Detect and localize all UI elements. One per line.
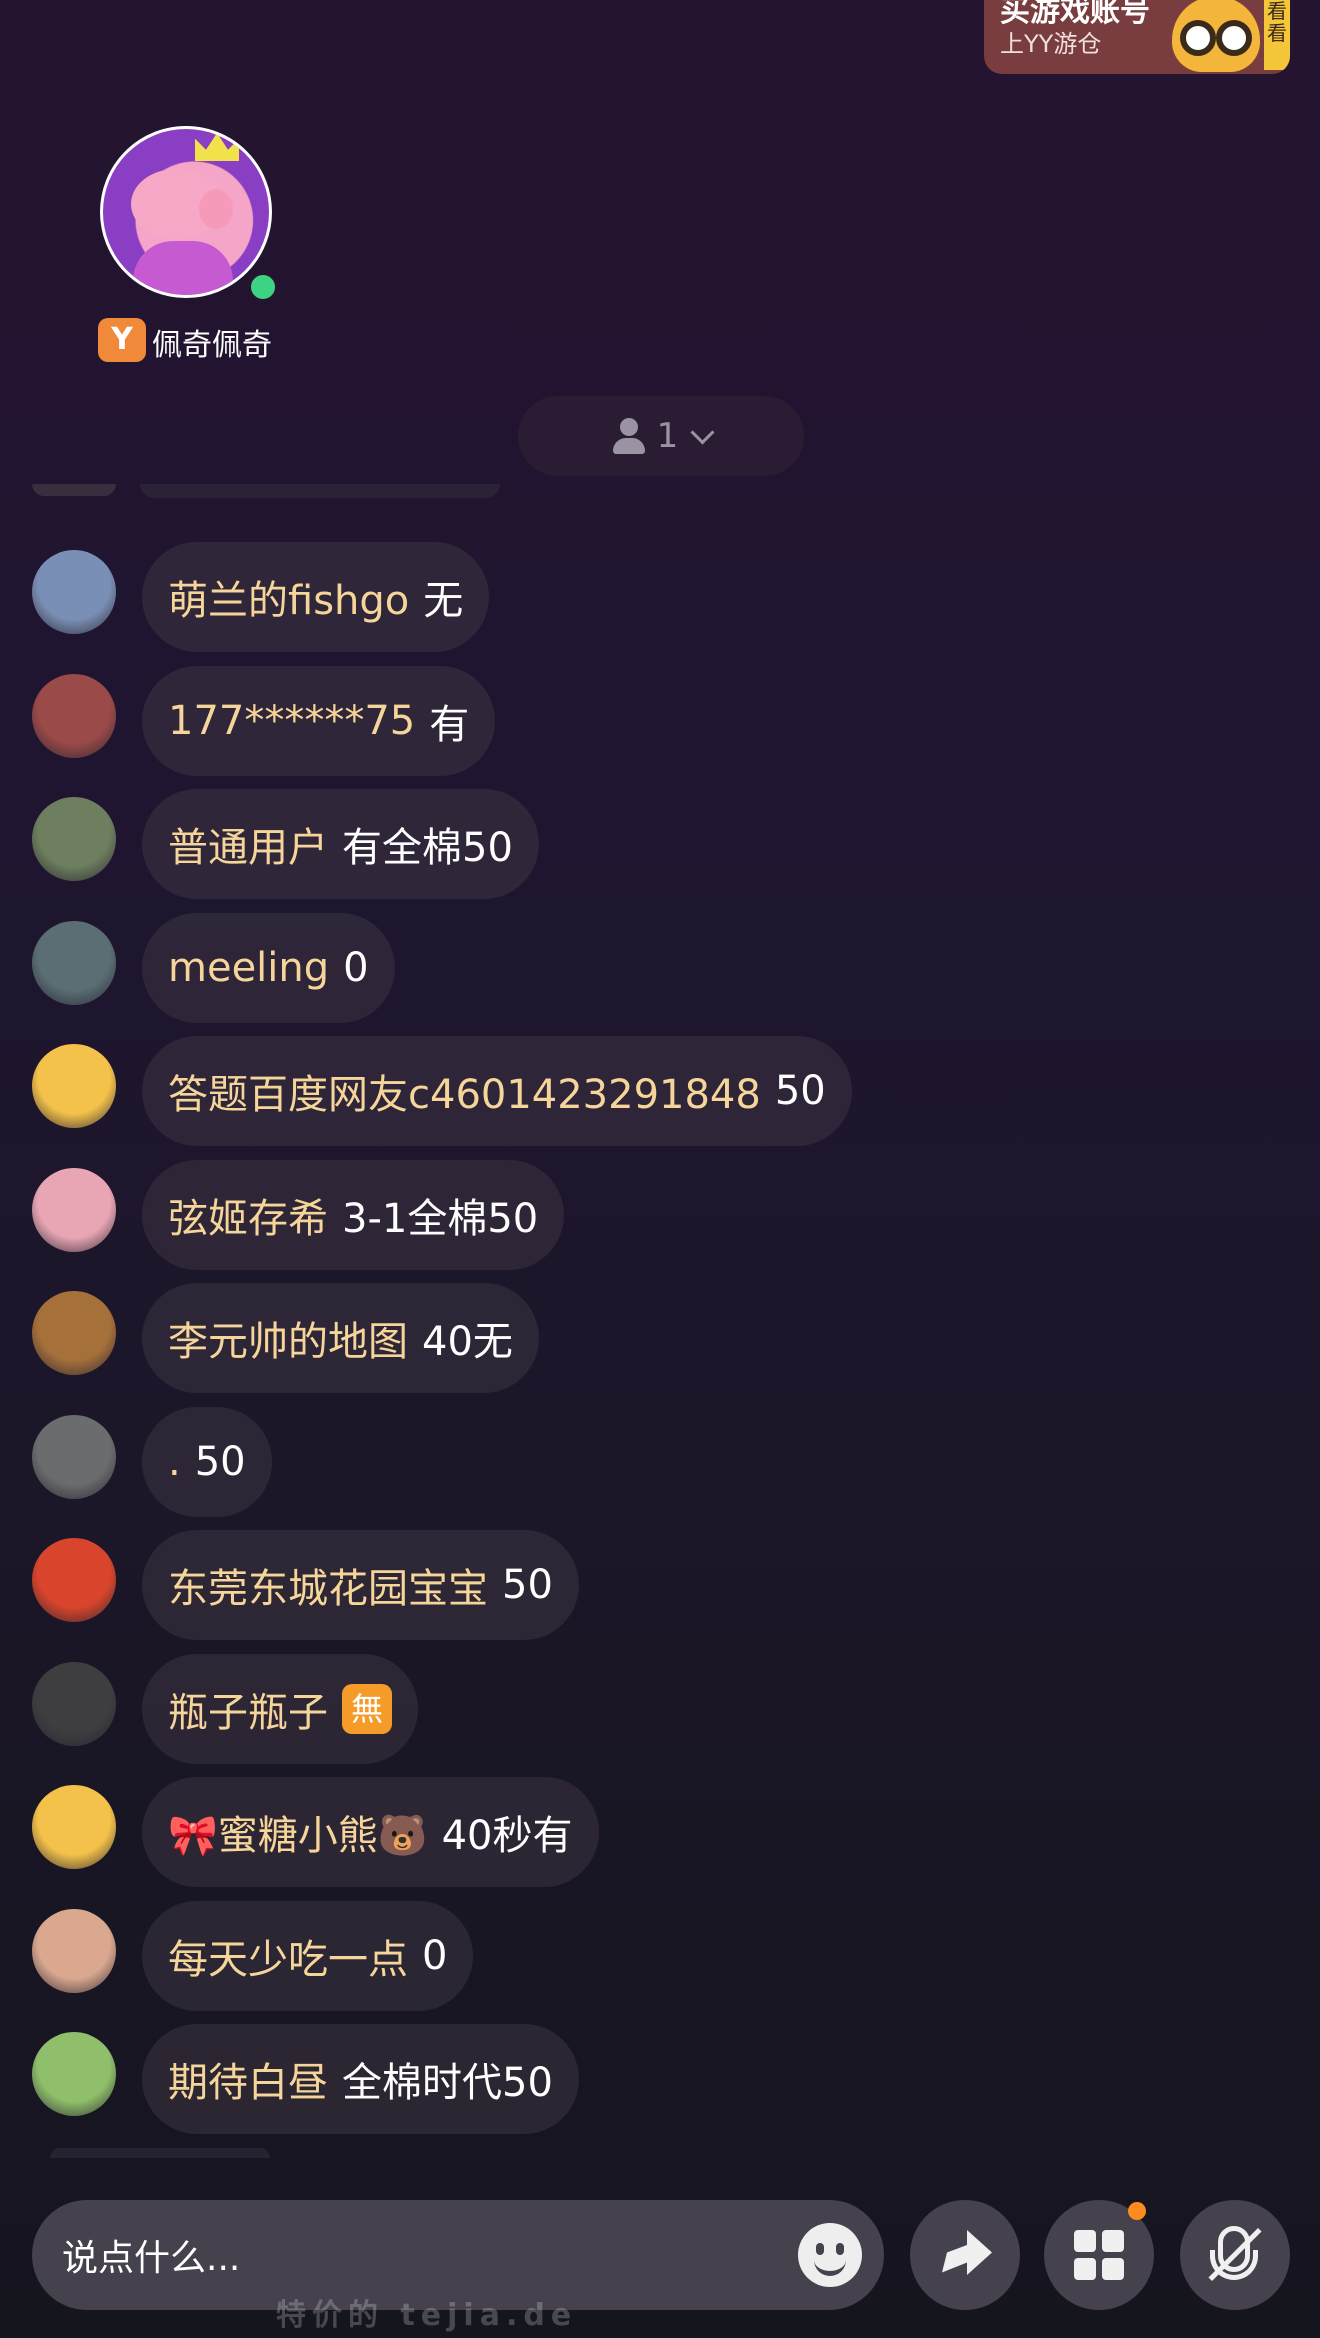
chat-row: 答题百度网友c4601423291848 50 bbox=[0, 1036, 1320, 1154]
chat-username[interactable]: 答题百度网友c4601423291848 bbox=[168, 1062, 761, 1120]
avatar[interactable] bbox=[32, 1414, 116, 1499]
chat-bubble[interactable]: 弦姬存希 3-1全棉50 bbox=[142, 1159, 565, 1270]
banner-subtitle: 上YY游仓 bbox=[1000, 30, 1102, 58]
share-arrow-icon bbox=[942, 2230, 992, 2275]
chat-username[interactable]: . bbox=[168, 1439, 181, 1485]
chat-bubble[interactable]: 瓶子瓶子無 bbox=[142, 1653, 418, 1764]
comment-placeholder: 说点什么... bbox=[62, 2238, 241, 2279]
chat-row: meeling 0 bbox=[0, 912, 1320, 1031]
chat-username[interactable]: meeling bbox=[168, 945, 329, 991]
promo-banner[interactable]: 买游戏账号 上YY游仓 看看 bbox=[984, 0, 1290, 74]
chat-message: 50 bbox=[502, 1562, 553, 1608]
avatar[interactable] bbox=[32, 797, 116, 881]
chat-username[interactable]: 瓶子瓶子 bbox=[168, 1680, 328, 1738]
chat-row: 每天少吃一点 0 bbox=[0, 1900, 1320, 2019]
chat-message: 无 bbox=[423, 578, 464, 624]
avatar[interactable] bbox=[32, 550, 116, 634]
avatar[interactable] bbox=[32, 1661, 116, 1746]
chat-bubble[interactable]: 东莞东城花园宝宝 50 bbox=[142, 1530, 579, 1640]
grid-icon bbox=[1074, 2230, 1124, 2280]
chat-bubble[interactable]: 普通用户 有全棉50 bbox=[142, 789, 539, 899]
avatar[interactable] bbox=[32, 1908, 116, 1993]
chat-bubble[interactable]: 答题百度网友c4601423291848 50 bbox=[142, 1036, 852, 1146]
chat-message: 有全棉50 bbox=[342, 825, 513, 871]
chat-username[interactable]: 弦姬存希 bbox=[168, 1186, 328, 1244]
avatar[interactable] bbox=[32, 1291, 116, 1375]
banner-tag: 看看 bbox=[1264, 0, 1290, 70]
chat-row: 弦姬存希 3-1全棉50 bbox=[0, 1159, 1320, 1278]
chat-bubble[interactable]: . 50 bbox=[142, 1406, 272, 1517]
chat-username[interactable]: 李元帅的地图 bbox=[168, 1309, 408, 1367]
avatar-pig-dress bbox=[133, 241, 233, 295]
avatar[interactable] bbox=[32, 1538, 116, 1622]
chat-message: 50 bbox=[774, 1068, 826, 1114]
mic-mute-button[interactable] bbox=[1180, 2200, 1290, 2310]
chat-bubble[interactable]: 李元帅的地图 40无 bbox=[142, 1283, 539, 1393]
chat-username[interactable]: 177******75 bbox=[168, 698, 415, 744]
emoji-icon[interactable] bbox=[798, 2223, 862, 2287]
more-apps-button[interactable] bbox=[1044, 2200, 1154, 2310]
share-button[interactable] bbox=[910, 2200, 1020, 2310]
chat-bubble[interactable]: meeling 0 bbox=[142, 912, 395, 1023]
partial-avatar bbox=[32, 484, 116, 496]
chat-username[interactable]: 期待白昼 bbox=[168, 2050, 328, 2108]
chat-row: 李元帅的地图 40无 bbox=[0, 1283, 1320, 1401]
chat-message: 0 bbox=[343, 944, 369, 991]
chat-bubble[interactable]: 🎀蜜糖小熊🐻 40秒有 bbox=[142, 1777, 599, 1887]
online-status-dot bbox=[248, 272, 278, 302]
chat-message: 40秒有 bbox=[441, 1813, 573, 1859]
watermark: 特价的 tejia.de bbox=[276, 2298, 578, 2333]
chat-username[interactable]: 普通用户 bbox=[168, 815, 328, 873]
chat-message: 無 bbox=[342, 1683, 392, 1734]
avatar[interactable] bbox=[32, 2032, 116, 2116]
avatar[interactable] bbox=[32, 920, 116, 1005]
chat-row: 177******75 有 bbox=[0, 665, 1320, 784]
raccoon-mascot-icon bbox=[1172, 0, 1260, 72]
chat-row: 期待白昼 全棉时代50 bbox=[0, 2024, 1320, 2142]
chat-message: 0 bbox=[422, 1932, 448, 1979]
chat-username[interactable]: 萌兰的fishgo bbox=[168, 568, 409, 626]
chat-message: 有 bbox=[429, 701, 470, 748]
avatar-pig-snout bbox=[199, 189, 233, 229]
person-icon bbox=[611, 418, 647, 454]
chat-row: 🎀蜜糖小熊🐻 40秒有 bbox=[0, 1777, 1320, 1895]
chat-bubble[interactable]: 期待白昼 全棉时代50 bbox=[142, 2024, 579, 2134]
partial-message bbox=[50, 2148, 270, 2158]
chat-username[interactable]: 🎀蜜糖小熊🐻 bbox=[168, 1803, 428, 1861]
chat-row: . 50 bbox=[0, 1406, 1320, 1525]
host-avatar[interactable] bbox=[100, 126, 272, 298]
chat-row: 萌兰的fishgo 无 bbox=[0, 542, 1320, 660]
chat-message: 50 bbox=[194, 1438, 246, 1485]
chat-message: 3-1全棉50 bbox=[342, 1195, 539, 1242]
viewer-count-button[interactable]: 1 bbox=[518, 396, 804, 476]
chat-username[interactable]: 东莞东城花园宝宝 bbox=[168, 1556, 488, 1614]
chat-bubble[interactable]: 每天少吃一点 0 bbox=[142, 1900, 474, 2011]
avatar[interactable] bbox=[32, 673, 116, 758]
notification-dot bbox=[1128, 2202, 1146, 2220]
avatar[interactable] bbox=[32, 1167, 116, 1252]
host-name[interactable]: 佩奇佩奇 bbox=[152, 320, 272, 364]
chevron-down-icon bbox=[690, 419, 715, 445]
chat-row: 瓶子瓶子無 bbox=[0, 1653, 1320, 1772]
chat-bubble[interactable]: 萌兰的fishgo 无 bbox=[142, 542, 490, 652]
chat-row: 东莞东城花园宝宝 50 bbox=[0, 1530, 1320, 1648]
partial-message bbox=[140, 484, 500, 498]
host-level-badge: Y bbox=[98, 318, 146, 362]
chat-bubble[interactable]: 177******75 有 bbox=[142, 665, 496, 776]
chat-username[interactable]: 每天少吃一点 bbox=[168, 1927, 408, 1985]
chat-message: 全棉时代50 bbox=[342, 2060, 553, 2106]
crown-icon bbox=[195, 133, 239, 161]
chat-message: 40无 bbox=[422, 1319, 513, 1365]
viewer-count: 1 bbox=[656, 416, 679, 456]
avatar[interactable] bbox=[32, 1044, 116, 1128]
avatar[interactable] bbox=[32, 1785, 116, 1869]
chat-row: 普通用户 有全棉50 bbox=[0, 789, 1320, 907]
